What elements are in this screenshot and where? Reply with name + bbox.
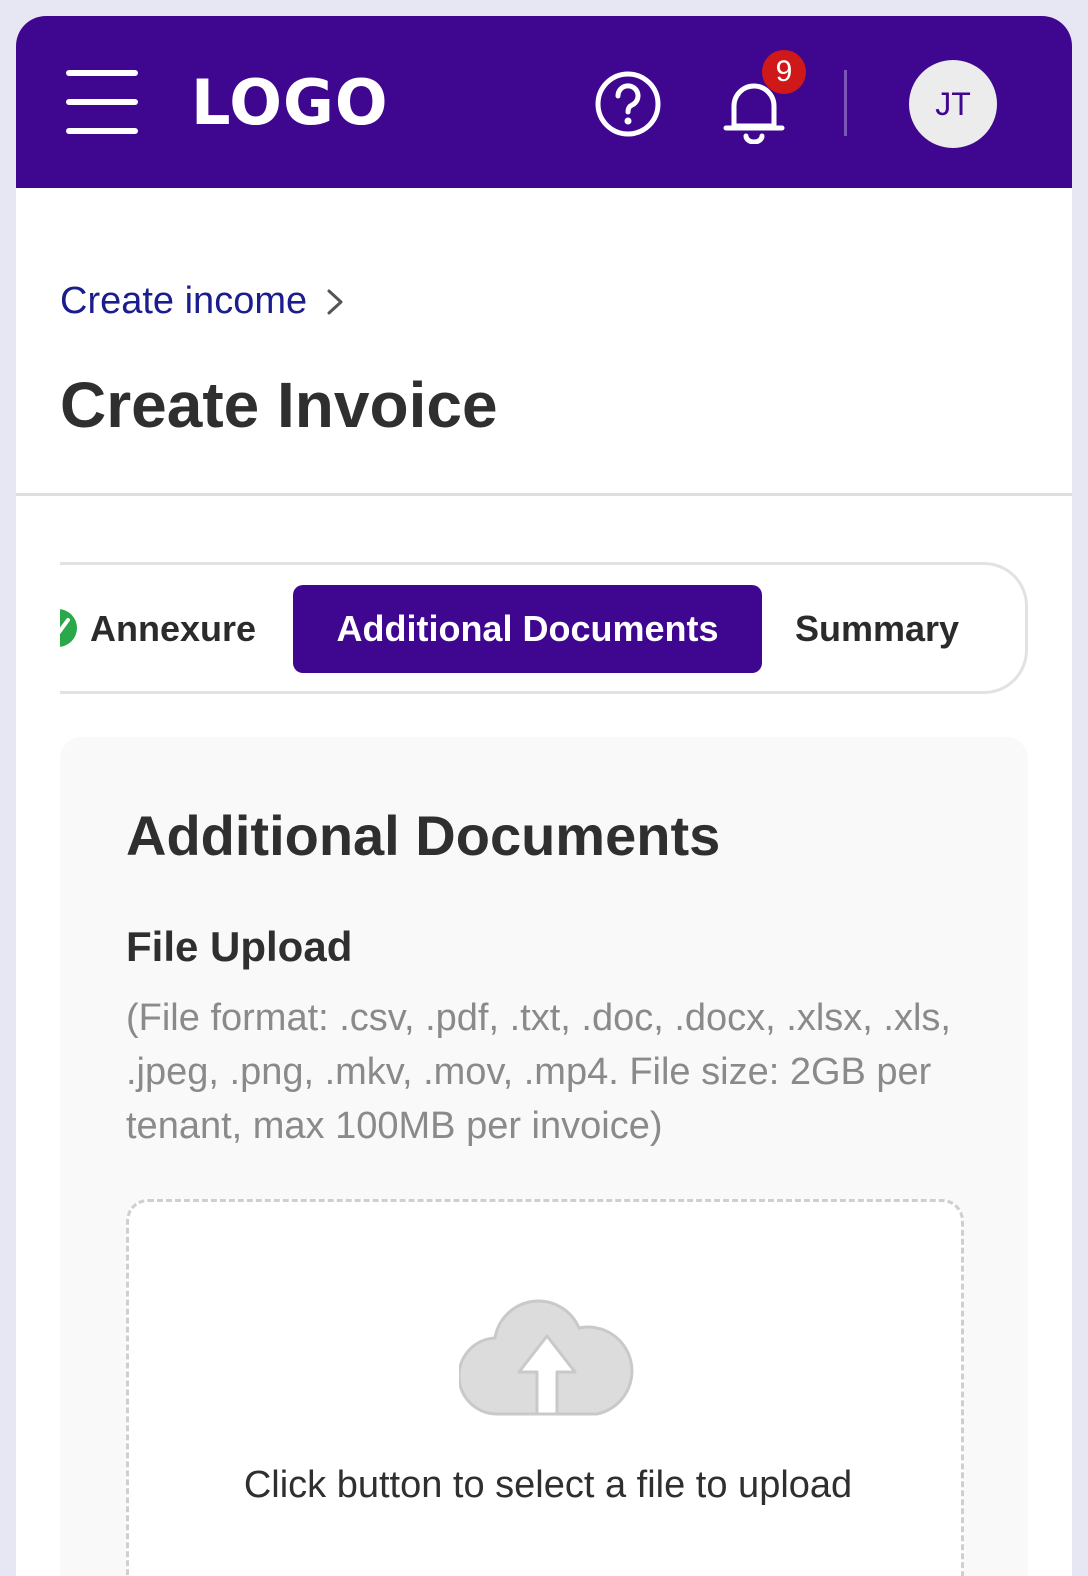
- breadcrumb: Create income: [60, 280, 345, 323]
- cloud-upload-icon: [459, 1299, 634, 1416]
- help-icon[interactable]: [594, 70, 662, 138]
- additional-documents-card: Additional Documents File Upload (File f…: [60, 737, 1028, 1576]
- file-upload-hint: (File format: .csv, .pdf, .txt, .doc, .d…: [126, 997, 951, 1147]
- menu-icon[interactable]: [66, 70, 138, 134]
- top-bar: LOGO 9 JT: [16, 16, 1072, 188]
- app-screen: LOGO 9 JT Create income Create Invoice A…: [16, 16, 1072, 1576]
- notification-badge: 9: [762, 50, 806, 94]
- device-frame: LOGO 9 JT Create income Create Invoice A…: [0, 0, 1088, 1576]
- dropzone-label: Click button to select a file to upload: [243, 1464, 853, 1506]
- page-title: Create Invoice: [60, 369, 498, 441]
- avatar[interactable]: JT: [909, 60, 997, 148]
- breadcrumb-create-income[interactable]: Create income: [60, 280, 307, 323]
- stepper: Annexure Additional Documents Summary: [60, 562, 1028, 694]
- section-divider: [16, 493, 1072, 496]
- logo[interactable]: LOGO: [191, 66, 389, 139]
- step-annexure[interactable]: Annexure: [90, 585, 256, 673]
- section-title: Additional Documents: [126, 804, 721, 867]
- step-summary[interactable]: Summary: [795, 585, 959, 673]
- file-upload-title: File Upload: [126, 923, 353, 970]
- chevron-right-icon: [327, 289, 343, 314]
- header-divider: [844, 70, 847, 136]
- check-circle-icon: [60, 609, 77, 647]
- file-dropzone[interactable]: Click button to select a file to upload: [126, 1199, 964, 1576]
- step-additional-documents[interactable]: Additional Documents: [293, 585, 762, 673]
